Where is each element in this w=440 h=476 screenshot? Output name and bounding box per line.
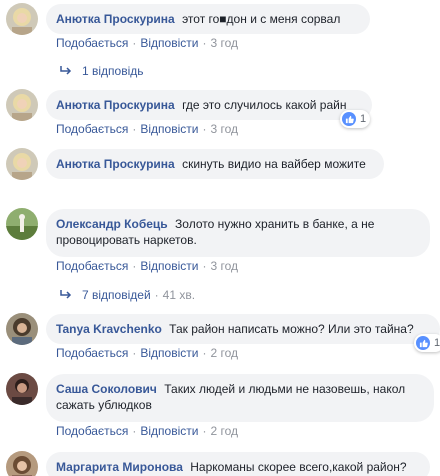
reaction-number: 1	[434, 337, 440, 349]
reply-link[interactable]: Відповісти	[140, 122, 198, 136]
like-link[interactable]: Подобається	[56, 36, 128, 50]
like-link[interactable]: Подобається	[56, 346, 128, 360]
separator: ·	[154, 288, 159, 302]
like-link[interactable]: Подобається	[56, 259, 128, 273]
separator: ·	[202, 122, 207, 136]
avatar[interactable]	[6, 373, 38, 405]
comment-actions: Подобається · Відповісти · 2 год	[56, 424, 238, 438]
comment-actions: Подобається · Відповісти · 3 год	[56, 259, 238, 273]
comment-author[interactable]: Анютка Проскурина	[56, 98, 175, 112]
like-icon	[416, 336, 430, 350]
comment-text: где это случилось какой райн	[182, 98, 347, 112]
avatar-woman-blonde-icon	[6, 89, 38, 121]
avatar[interactable]	[6, 3, 38, 35]
reply-arrow-icon	[60, 288, 74, 302]
reaction-count[interactable]: 1	[340, 110, 371, 128]
comment-time[interactable]: 3 год	[210, 36, 238, 50]
comment-author[interactable]: Маргарита Миронова	[56, 460, 183, 474]
reaction-number: 1	[360, 113, 367, 125]
separator: ·	[202, 424, 207, 438]
comment-text: Так район написать можно? Или это тайна?	[169, 322, 414, 336]
view-replies-link[interactable]: 7 відповідей · 41 хв.	[60, 288, 195, 302]
comment-text: скинуть видио на вайбер можите	[182, 157, 366, 171]
avatar[interactable]	[6, 451, 38, 476]
comment-time[interactable]: 3 год	[210, 122, 238, 136]
comment-author[interactable]: Саша Соколович	[56, 382, 157, 396]
reply-arrow-icon	[60, 64, 74, 78]
avatar-woman-blonde-icon	[6, 148, 38, 180]
reply-link[interactable]: Відповісти	[140, 259, 198, 273]
comment-bubble: Саша Соколович Таких людей и людьми не н…	[46, 374, 434, 422]
comment-bubble: Анютка Проскурина скинуть видио на вайбе…	[46, 149, 384, 179]
separator: ·	[202, 36, 207, 50]
like-icon	[342, 112, 356, 126]
comment-time[interactable]: 2 год	[210, 424, 238, 438]
comment-author[interactable]: Анютка Проскурина	[56, 157, 175, 171]
separator: ·	[132, 346, 137, 360]
replies-time: 41 хв.	[162, 288, 196, 302]
avatar[interactable]	[6, 208, 38, 240]
comment-actions: Подобається · Відповісти · 3 год	[56, 36, 238, 50]
avatar[interactable]	[6, 89, 38, 121]
like-link[interactable]: Подобається	[56, 122, 128, 136]
comment-author[interactable]: Анютка Проскурина	[56, 12, 175, 26]
avatar-landscape-icon	[6, 208, 38, 240]
avatar[interactable]	[6, 313, 38, 345]
separator: ·	[132, 122, 137, 136]
reaction-count[interactable]: 1	[414, 334, 440, 352]
separator: ·	[132, 424, 137, 438]
comment-time[interactable]: 2 год	[210, 346, 238, 360]
comment-bubble: Маргарита Миронова Наркоманы скорее всег…	[46, 452, 430, 476]
separator: ·	[202, 259, 207, 273]
comment-bubble: Анютка Проскурина этот го■дон и с меня с…	[46, 4, 370, 34]
reply-link[interactable]: Відповісти	[140, 36, 198, 50]
comment-actions: Подобається · Відповісти · 2 год	[56, 346, 238, 360]
avatar[interactable]	[6, 148, 38, 180]
avatar-man-icon	[6, 373, 38, 405]
separator: ·	[132, 259, 137, 273]
view-replies-link[interactable]: 1 відповідь	[60, 64, 144, 78]
avatar-woman-blonde-icon	[6, 3, 38, 35]
comment-author[interactable]: Олександр Кобець	[56, 217, 168, 231]
avatar-woman-dark-icon	[6, 313, 38, 345]
comment-text: Наркоманы скорее всего,какой район?	[190, 460, 407, 474]
comment-author[interactable]: Tanya Kravchenko	[56, 322, 162, 336]
comment-time[interactable]: 3 год	[210, 259, 238, 273]
separator: ·	[132, 36, 137, 50]
replies-count: 7 відповідей	[82, 288, 151, 302]
comment-text: этот го■дон и с меня сорвал	[182, 12, 341, 26]
replies-count: 1 відповідь	[82, 64, 144, 78]
like-link[interactable]: Подобається	[56, 424, 128, 438]
separator: ·	[202, 346, 207, 360]
reply-link[interactable]: Відповісти	[140, 424, 198, 438]
comment-actions: Подобається · Відповісти · 3 год	[56, 122, 238, 136]
comment-bubble: Олександр Кобець Золото нужно хранить в …	[46, 209, 430, 257]
reply-link[interactable]: Відповісти	[140, 346, 198, 360]
avatar-woman-icon	[6, 451, 38, 476]
comment-bubble: Анютка Проскурина где это случилось како…	[46, 90, 372, 120]
comment-bubble: Tanya Kravchenko Так район написать можн…	[46, 314, 440, 344]
